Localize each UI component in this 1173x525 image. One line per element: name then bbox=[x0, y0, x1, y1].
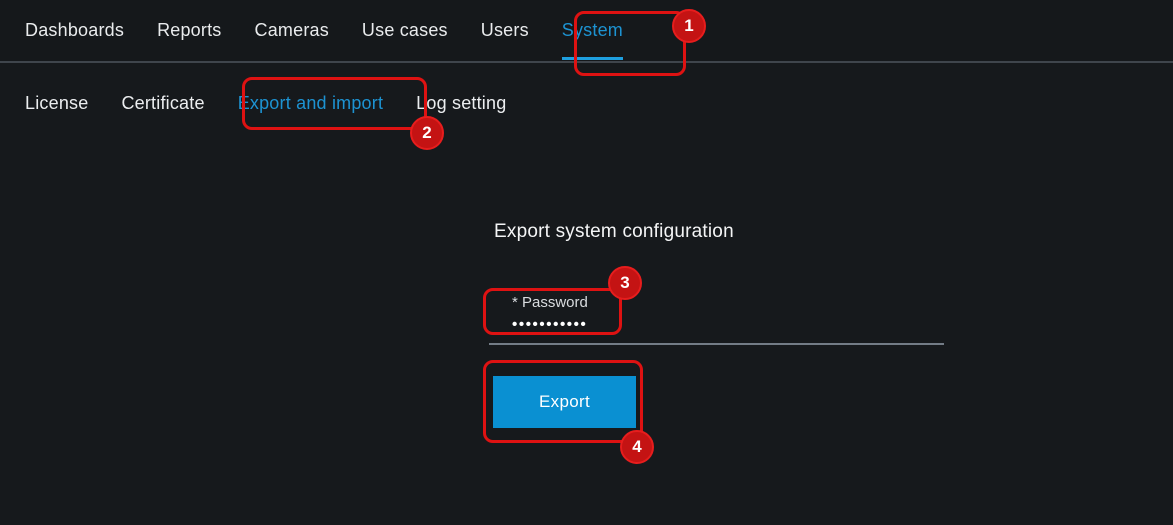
subtab-export-and-import[interactable]: Export and import bbox=[238, 93, 383, 114]
subtab-log-setting[interactable]: Log setting bbox=[416, 93, 506, 114]
password-input-underline bbox=[489, 343, 944, 345]
password-field-label: * Password bbox=[512, 294, 588, 311]
subtab-certificate[interactable]: Certificate bbox=[121, 93, 204, 114]
password-input[interactable]: ••••••••••• bbox=[512, 316, 587, 333]
tab-cameras[interactable]: Cameras bbox=[255, 0, 329, 61]
tab-reports[interactable]: Reports bbox=[157, 0, 221, 61]
tab-dashboards[interactable]: Dashboards bbox=[25, 0, 124, 61]
export-button[interactable]: Export bbox=[493, 376, 636, 428]
system-sub-navigation: License Certificate Export and import Lo… bbox=[0, 63, 1173, 143]
page-title: Export system configuration bbox=[494, 221, 734, 243]
annotation-badge-4: 4 bbox=[620, 430, 654, 464]
tab-users[interactable]: Users bbox=[481, 0, 529, 61]
tab-system[interactable]: System bbox=[562, 0, 623, 61]
tab-use-cases[interactable]: Use cases bbox=[362, 0, 448, 61]
annotation-badge-3: 3 bbox=[608, 266, 642, 300]
top-navigation-bar: Dashboards Reports Cameras Use cases Use… bbox=[0, 0, 1173, 63]
subtab-license[interactable]: License bbox=[25, 93, 88, 114]
